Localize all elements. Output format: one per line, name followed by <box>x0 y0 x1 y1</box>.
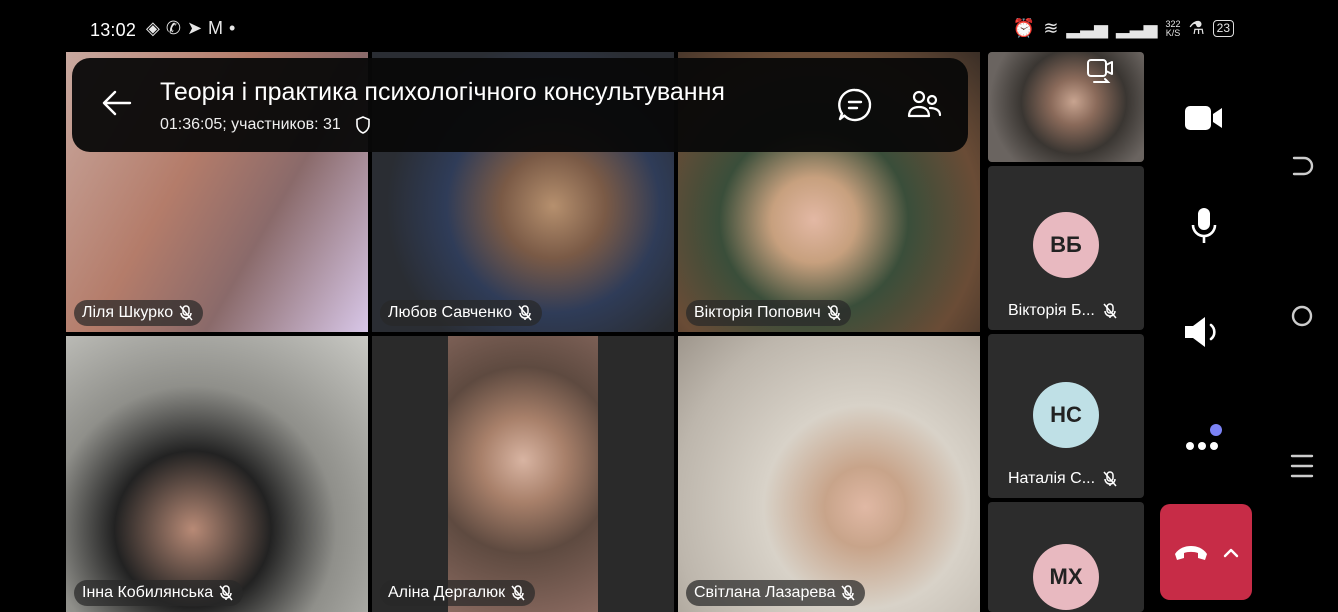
participant-name-pill: Любов Савченко <box>380 300 543 326</box>
video-tile[interactable]: Інна Кобилянська <box>66 336 368 612</box>
microphone-icon <box>1191 208 1217 243</box>
more-icon <box>1186 424 1222 450</box>
self-video <box>988 52 1144 162</box>
notification-icons: ◈✆➤M• <box>146 18 241 39</box>
participant-name: Наталія С... <box>1008 470 1117 488</box>
signal-icon: ▂▃▅ <box>1066 18 1108 38</box>
battery-indicator: 23 <box>1212 20 1234 37</box>
meeting-duration-participants: 01:36:05; участников: 31 <box>160 116 341 133</box>
back-nav-icon[interactable] <box>1284 150 1320 186</box>
mic-off-icon <box>827 305 841 321</box>
participant-name-pill: Вікторія Попович <box>686 300 851 326</box>
flask-icon: ⚗ <box>1188 18 1205 38</box>
dot-icon: • <box>229 18 242 38</box>
signal-icon: ▂▃▅ <box>1115 18 1158 38</box>
participant-video <box>448 336 598 612</box>
camera-icon <box>1185 106 1222 130</box>
mic-off-icon <box>511 585 525 601</box>
mic-off-icon <box>518 305 532 321</box>
mic-off-icon <box>219 585 233 601</box>
speaker-icon <box>1185 317 1216 347</box>
video-tile[interactable]: Світлана Лазарева <box>678 336 980 612</box>
alarm-icon: ⏰ <box>1012 18 1036 38</box>
participant-tile[interactable]: МХ <box>988 502 1144 612</box>
mic-off-icon <box>1103 303 1117 319</box>
avatar: МХ <box>1033 544 1099 610</box>
self-view-tile[interactable] <box>988 52 1144 162</box>
meeting-header: Теорія і практика психологічного консуль… <box>72 58 968 152</box>
shield-icon[interactable] <box>355 116 371 134</box>
telegram-icon: ➤ <box>186 18 209 38</box>
net-speed: 322 K/S <box>1165 18 1181 38</box>
avatar: ВБ <box>1033 212 1099 278</box>
participant-video <box>66 336 368 612</box>
mic-off-icon <box>1103 471 1117 487</box>
participant-video <box>678 336 980 612</box>
participant-name-pill: Світлана Лазарева <box>686 580 866 606</box>
more-button[interactable] <box>1176 410 1232 466</box>
participant-name-pill: Аліна Дергалюк <box>380 580 536 606</box>
mic-off-icon <box>841 585 856 601</box>
participant-tile[interactable]: ВБ Вікторія Б... <box>988 166 1144 330</box>
meeting-info: 01:36:05; участников: 31 <box>160 116 371 134</box>
hang-up-icon <box>1175 546 1207 560</box>
location-icon: ◈ <box>146 18 166 38</box>
switch-camera-icon[interactable] <box>1086 56 1116 86</box>
gmail-icon: M <box>208 18 230 38</box>
participant-tile[interactable]: НС Наталія С... <box>988 334 1144 498</box>
camera-button[interactable] <box>1176 90 1232 146</box>
navigation-bar <box>1268 0 1338 612</box>
call-controls <box>1152 52 1254 612</box>
hang-up-button[interactable] <box>1160 504 1252 600</box>
chevron-up-icon[interactable] <box>1223 546 1239 558</box>
phone-icon: ✆ <box>165 18 187 38</box>
microphone-button[interactable] <box>1176 198 1232 254</box>
recents-nav-icon[interactable] <box>1284 448 1320 484</box>
chat-icon[interactable] <box>836 86 874 124</box>
wifi-icon: ≋ <box>1043 18 1059 38</box>
participants-icon[interactable] <box>906 86 944 124</box>
mic-off-icon <box>179 305 193 321</box>
back-arrow-icon[interactable] <box>100 86 134 120</box>
participant-name: Вікторія Б... <box>1008 302 1117 320</box>
system-icons: ⏰ ≋ ▂▃▅ ▂▃▅ 322 K/S ⚗ 23 <box>1013 18 1234 39</box>
avatar: НС <box>1033 382 1099 448</box>
speaker-button[interactable] <box>1176 304 1232 360</box>
participant-name-pill: Інна Кобилянська <box>74 580 244 606</box>
participant-name-pill: Ліля Шкурко <box>74 300 204 326</box>
status-bar: 13:02 ◈✆➤M• ⏰ ≋ ▂▃▅ ▂▃▅ 322 K/S ⚗ 23 <box>66 12 1264 52</box>
home-nav-icon[interactable] <box>1284 298 1320 334</box>
meeting-title: Теорія і практика психологічного консуль… <box>160 78 725 106</box>
status-time: 13:02 <box>90 20 137 40</box>
video-tile[interactable]: Аліна Дергалюк <box>372 336 674 612</box>
